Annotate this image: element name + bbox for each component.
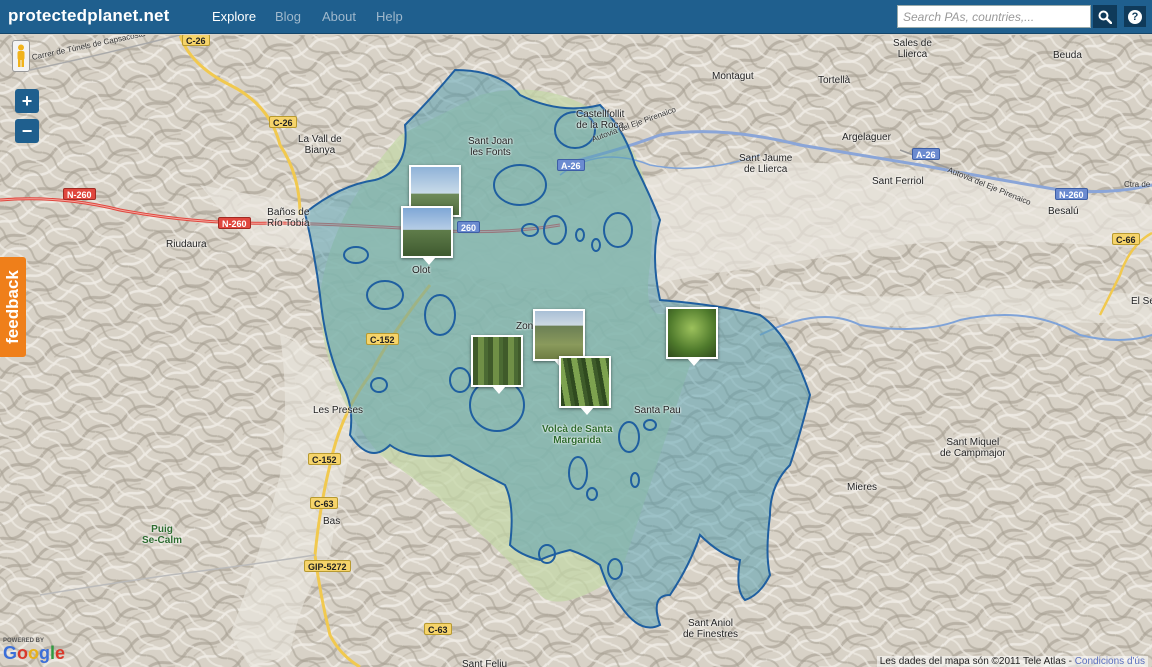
site-logo[interactable]: protectedplanet.net bbox=[8, 6, 170, 26]
place-label: Besalú bbox=[1048, 206, 1079, 217]
park-label: Volcà de Santa Margarida bbox=[542, 424, 613, 446]
road-shield: 260 bbox=[457, 221, 481, 233]
place-label: Sant Miquel de Campmajor bbox=[940, 437, 1006, 459]
feedback-tab[interactable]: feedback bbox=[0, 257, 26, 357]
place-label: Les Preses bbox=[313, 405, 364, 416]
photo-landscape bbox=[403, 208, 451, 256]
help-button[interactable]: ? bbox=[1124, 6, 1146, 27]
photo-woods bbox=[561, 358, 609, 406]
attribution-text: Les dades del mapa són ©2011 Tele Atlas … bbox=[879, 656, 1072, 667]
road-shield: C-63 bbox=[310, 497, 338, 509]
pegman-icon bbox=[17, 44, 25, 67]
road-shield: N-260 bbox=[63, 188, 96, 200]
road-shield: GIP-5272 bbox=[304, 560, 351, 572]
road-shield: C-152 bbox=[308, 453, 341, 465]
terms-link[interactable]: Condicions d'ús bbox=[1075, 656, 1145, 667]
place-label: El Se bbox=[1131, 296, 1152, 307]
nav-explore[interactable]: Explore bbox=[212, 9, 256, 24]
road-shield: C-26 bbox=[182, 35, 210, 46]
feedback-label: feedback bbox=[3, 270, 23, 344]
search-icon bbox=[1098, 10, 1112, 24]
nav-blog[interactable]: Blog bbox=[275, 9, 301, 24]
place-label: Sant Aniol de Finestres bbox=[683, 618, 739, 640]
search-button[interactable] bbox=[1093, 5, 1117, 28]
photo-forest bbox=[473, 337, 521, 385]
question-icon: ? bbox=[1128, 9, 1142, 24]
top-bar: protectedplanet.net Explore Blog About H… bbox=[0, 0, 1152, 34]
photo-green-forest bbox=[668, 309, 716, 357]
nav-about[interactable]: About bbox=[322, 9, 356, 24]
search-input[interactable] bbox=[897, 5, 1091, 28]
road-shield: C-63 bbox=[424, 623, 452, 635]
place-label: Sant Joan les Fonts bbox=[468, 136, 514, 158]
place-label: Argelaguer bbox=[842, 132, 891, 143]
place-label: Sales de Llierca bbox=[893, 38, 932, 60]
place-label: Tortellà bbox=[818, 75, 851, 86]
road-shield: N-260 bbox=[218, 217, 251, 229]
park-label: Puig Se-Calm bbox=[142, 524, 183, 546]
zoom-in-button[interactable]: + bbox=[15, 89, 39, 113]
road-shield: N-260 bbox=[1055, 188, 1088, 200]
place-label: La Vall de Bianya bbox=[298, 134, 342, 156]
place-label: Baños de Río Tobía bbox=[267, 207, 310, 229]
map-canvas[interactable]: + − feedback Sales de Llierca Beuda Mont… bbox=[0, 35, 1152, 667]
google-powered-logo[interactable]: POWERED BY Google bbox=[3, 638, 65, 666]
place-label: Santa Pau bbox=[634, 405, 681, 416]
nav-help[interactable]: Help bbox=[376, 9, 403, 24]
road-shield: C-26 bbox=[269, 116, 297, 128]
place-label: Bas bbox=[323, 516, 341, 527]
place-label: Zon bbox=[516, 321, 534, 332]
place-label: Riudaura bbox=[166, 239, 207, 250]
place-label: Montagut bbox=[712, 71, 754, 82]
place-label: Sant Jaume de Llierca bbox=[739, 153, 793, 175]
map-attribution: Les dades del mapa són ©2011 Tele Atlas … bbox=[876, 656, 1148, 667]
place-label: Sant Ferriol bbox=[872, 176, 924, 187]
zoom-out-button[interactable]: − bbox=[15, 119, 39, 143]
photo-marker[interactable] bbox=[401, 206, 453, 265]
road-shield: C-66 bbox=[1112, 233, 1140, 245]
street-view-pegman[interactable] bbox=[12, 40, 30, 72]
road-name: Ctra de bbox=[1124, 180, 1151, 189]
road-shield: A-26 bbox=[557, 159, 585, 171]
photo-marker[interactable] bbox=[471, 335, 523, 394]
photo-meadow bbox=[535, 311, 583, 359]
place-label: Beuda bbox=[1053, 50, 1082, 61]
google-wordmark: Google bbox=[3, 643, 66, 663]
photo-marker[interactable] bbox=[559, 356, 611, 415]
place-label: Mieres bbox=[847, 482, 878, 493]
place-label: Olot bbox=[412, 265, 431, 276]
place-label: Sant Feliu bbox=[462, 659, 508, 667]
road-shield: A-26 bbox=[912, 148, 940, 160]
photo-marker[interactable] bbox=[533, 309, 585, 368]
road-shield: C-152 bbox=[366, 333, 399, 345]
photo-marker[interactable] bbox=[666, 307, 718, 366]
